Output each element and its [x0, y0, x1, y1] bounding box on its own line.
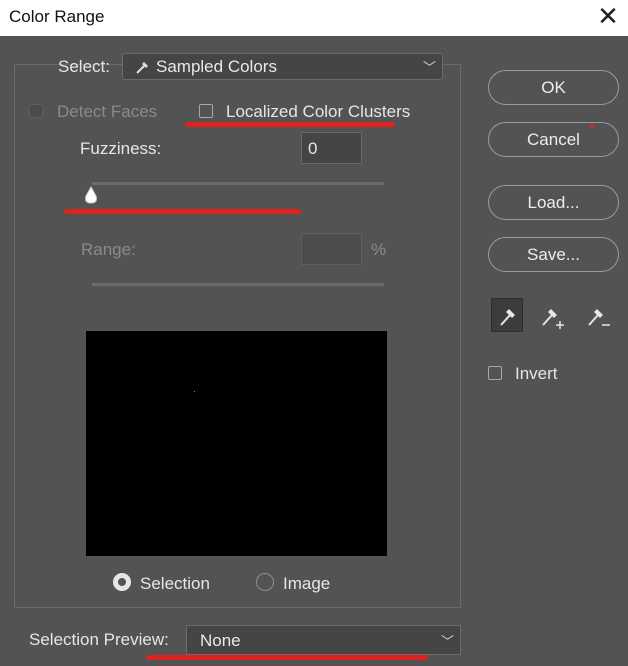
- annotation-dot: [590, 124, 594, 128]
- eyedropper-tool[interactable]: [491, 298, 523, 332]
- window-title: Color Range: [9, 7, 105, 26]
- load-button[interactable]: Load...: [488, 185, 619, 220]
- range-label: Range:: [81, 240, 136, 259]
- fuzziness-label: Fuzziness:: [80, 139, 162, 158]
- invert-label: Invert: [515, 364, 558, 383]
- title-bar: Color Range ✕: [0, 0, 628, 36]
- add-to-sample-tool[interactable]: [536, 298, 568, 332]
- selection-radio-label: Selection: [140, 574, 210, 593]
- localized-clusters-checkbox[interactable]: [199, 104, 213, 118]
- save-button[interactable]: Save...: [488, 237, 619, 272]
- eyedropper-minus-icon: [588, 309, 610, 326]
- selection-radio[interactable]: [113, 573, 131, 591]
- chevron-down-icon: ﹀: [422, 60, 436, 75]
- eyedropper-icon: [500, 309, 515, 326]
- range-slider-track: [92, 283, 384, 286]
- fuzziness-slider-handle[interactable]: [82, 185, 100, 205]
- invert-checkbox[interactable]: [488, 366, 502, 380]
- chevron-down-icon: ﹀: [440, 634, 454, 649]
- fuzziness-input[interactable]: 0: [301, 132, 362, 164]
- range-input[interactable]: [301, 233, 362, 265]
- localized-clusters-label: Localized Color Clusters: [226, 102, 411, 121]
- selection-preview-dropdown[interactable]: None ﹀: [186, 625, 461, 655]
- cancel-button[interactable]: Cancel: [488, 122, 619, 157]
- selection-preview-image[interactable]: [86, 331, 387, 556]
- fuzziness-value: 0: [308, 139, 318, 158]
- select-value: Sampled Colors: [156, 57, 277, 76]
- image-radio-label: Image: [283, 574, 331, 593]
- close-icon[interactable]: ✕: [596, 3, 620, 29]
- preview-speck: [194, 391, 195, 392]
- image-radio[interactable]: [256, 573, 274, 591]
- select-dropdown[interactable]: Sampled Colors ﹀: [122, 53, 443, 80]
- select-label: Select:: [58, 57, 110, 76]
- detect-faces-label: Detect Faces: [57, 102, 158, 121]
- selection-preview-value: None: [200, 631, 241, 650]
- subtract-from-sample-tool[interactable]: [582, 298, 614, 332]
- eyedropper-icon: [136, 62, 148, 74]
- detect-faces-checkbox[interactable]: [29, 104, 43, 118]
- annotation-underline: [185, 122, 395, 127]
- annotation-underline: [146, 655, 428, 660]
- fuzziness-slider-track[interactable]: [92, 182, 384, 185]
- ok-button[interactable]: OK: [488, 70, 619, 105]
- selection-preview-label: Selection Preview:: [29, 630, 169, 649]
- range-unit: %: [371, 240, 387, 259]
- annotation-underline: [64, 209, 301, 214]
- eyedropper-plus-icon: [542, 309, 564, 329]
